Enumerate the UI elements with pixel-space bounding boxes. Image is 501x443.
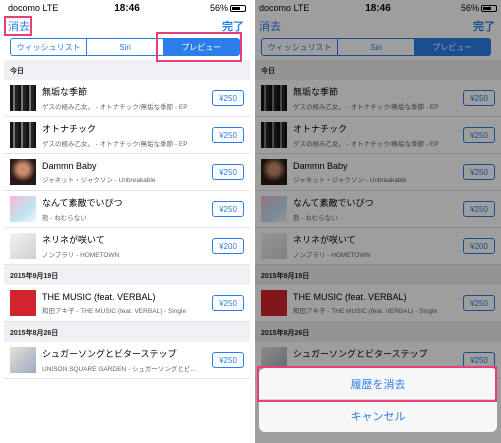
track-subtitle: 熊 - ねむらない <box>42 215 87 222</box>
section-header-date: 2015年8月26日 <box>4 322 250 342</box>
clear-history-highlight <box>257 366 497 402</box>
price-button[interactable]: ¥250 <box>212 127 244 143</box>
grunge-art-icon <box>10 122 36 148</box>
cancel-button[interactable]: キャンセル <box>259 400 497 432</box>
screen-right: docomo LTE 18:46 56% 消去 完了 ウィッシュリスト Siri… <box>255 0 501 443</box>
track-subtitle: 和田アキ子 - THE MUSIC (feat. VERBAL) - Singl… <box>42 307 187 315</box>
sketch-art-icon <box>10 233 36 259</box>
clear-button-highlight <box>4 16 32 36</box>
track-subtitle: ノンブラリ - HOMETOWN <box>42 252 120 259</box>
section-header-today: 今日 <box>4 60 250 80</box>
list-item[interactable]: なんて素敵でいぴつ熊 - ねむらない ¥250 <box>4 191 250 228</box>
preview-segment-highlight <box>156 32 242 62</box>
track-subtitle: ゲスの極み乙女。 - オトナチック/無垢な季節 - EP <box>42 104 188 111</box>
list-item[interactable]: ネリネが咲いてノンブラリ - HOMETOWN ¥200 <box>4 228 250 265</box>
list-item[interactable]: オトナチックゲスの極み乙女。 - オトナチック/無垢な季節 - EP ¥250 <box>4 117 250 154</box>
pastel-art-icon <box>10 196 36 222</box>
track-title: オトナチック <box>42 124 97 134</box>
track-title: ネリネが咲いて <box>42 235 105 245</box>
price-button[interactable]: ¥200 <box>212 238 244 254</box>
track-title: シュガーソングとビターステップ <box>42 349 177 359</box>
section-header-date: 2015年9月19日 <box>4 265 250 285</box>
segment-wishlist[interactable]: ウィッシュリスト <box>11 39 88 55</box>
price-button[interactable]: ¥250 <box>212 164 244 180</box>
track-title: なんて素敵でいぴつ <box>42 198 123 208</box>
band-art-icon <box>10 347 36 373</box>
list-item[interactable]: THE MUSIC (feat. VERBAL) 和田アキ子 - THE MUSI… <box>4 285 250 322</box>
track-title: 無垢な季節 <box>42 87 88 97</box>
price-button[interactable]: ¥250 <box>212 295 244 311</box>
price-button[interactable]: ¥250 <box>212 90 244 106</box>
battery-icon <box>230 4 246 12</box>
red-art-icon <box>10 290 36 316</box>
track-title: Dammn Baby <box>42 160 97 171</box>
track-subtitle: UNISON SQUARE GARDEN - シュガーソングとビ... <box>42 366 196 373</box>
history-list: 今日 無垢な季節ゲスの極み乙女。 - オトナチック/無垢な季節 - EP ¥250… <box>4 60 250 443</box>
price-button[interactable]: ¥250 <box>212 352 244 368</box>
clock: 18:46 <box>114 2 140 14</box>
track-subtitle: ゲスの極み乙女。 - オトナチック/無垢な季節 - EP <box>42 141 188 148</box>
list-item[interactable]: シュガーソングとビターステップ UNISON SQUARE GARDEN - シュ… <box>4 342 250 379</box>
track-subtitle: ジャネット・ジャクソン - Unbreakable <box>42 176 156 184</box>
price-button[interactable]: ¥250 <box>212 201 244 217</box>
grunge-art-icon <box>10 85 36 111</box>
status-bar: docomo LTE 18:46 56% <box>4 0 250 16</box>
list-item[interactable]: Dammn Baby ジャネット・ジャクソン - Unbreakable ¥250 <box>4 154 250 191</box>
track-title: THE MUSIC (feat. VERBAL) <box>42 291 156 302</box>
segment-siri[interactable]: Siri <box>87 39 164 55</box>
list-item[interactable]: 無垢な季節ゲスの極み乙女。 - オトナチック/無垢な季節 - EP ¥250 <box>4 80 250 117</box>
portrait-art-icon <box>10 159 36 185</box>
screen-left: docomo LTE 18:46 56% 消去 完了 ウィッシュリスト Siri… <box>4 0 250 443</box>
